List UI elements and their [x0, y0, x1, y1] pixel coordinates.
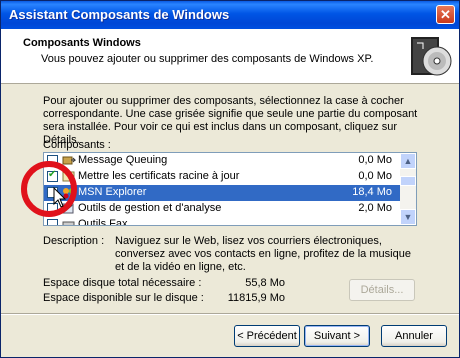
component-size: 0,0 Mo — [358, 154, 392, 166]
close-icon: ✕ — [440, 7, 451, 22]
wizard-window: Assistant Composants de Windows ✕ Compos… — [0, 0, 460, 358]
list-item[interactable]: Mettre les certificats racine à jour 0,0… — [44, 169, 400, 185]
disk-required-label: Espace disque total nécessaire : — [43, 277, 202, 289]
disk-available-value: 11815,9 Mo — [227, 292, 285, 304]
scroll-down-icon[interactable]: ▼ — [400, 209, 416, 225]
window-title: Assistant Composants de Windows — [9, 7, 230, 22]
component-name: Mettre les certificats racine à jour — [78, 170, 240, 182]
scroll-thumb[interactable] — [400, 176, 416, 186]
description-label: Description : — [43, 235, 105, 247]
description-text: Naviguez sur le Web, lisez vos courriers… — [115, 235, 411, 273]
component-name: Outils Fax — [78, 218, 128, 226]
title-bar[interactable]: Assistant Composants de Windows ✕ — [1, 1, 459, 29]
scroll-up-icon[interactable]: ▲ — [400, 153, 416, 169]
list-item[interactable]: Outils de gestion et d'analyse 2,0 Mo — [44, 201, 400, 217]
fax-icon — [62, 221, 75, 225]
disk-available-label: Espace disponible sur le disque : — [43, 292, 204, 304]
components-label: Composants : — [43, 139, 111, 151]
list-item-selected[interactable]: MSN Explorer 18,4 Mo — [44, 185, 400, 201]
back-button[interactable]: < Précédent — [234, 325, 300, 347]
component-name: MSN Explorer — [78, 186, 147, 198]
component-name: Message Queuing — [78, 154, 168, 166]
cd-box-icon — [411, 37, 452, 76]
components-list[interactable]: Message Queuing 0,0 Mo Mettre les certif… — [43, 152, 417, 226]
footer-separator — [1, 313, 459, 315]
details-button[interactable]: Détails... — [349, 279, 415, 301]
list-scrollbar[interactable]: ▲ ▼ — [400, 153, 416, 225]
wizard-header: Composants Windows Vous pouvez ajouter o… — [1, 29, 459, 84]
close-button[interactable]: ✕ — [436, 5, 455, 24]
component-checkbox[interactable] — [47, 219, 58, 225]
highlight-circle — [21, 161, 77, 217]
list-item[interactable]: Message Queuing 0,0 Mo — [44, 153, 400, 169]
list-item[interactable]: Outils Fax — [44, 217, 400, 226]
cancel-button[interactable]: Annuler — [381, 325, 447, 347]
component-name: Outils de gestion et d'analyse — [78, 202, 222, 214]
disk-required-value: 55,8 Mo — [245, 277, 285, 289]
component-size: 2,0 Mo — [358, 202, 392, 214]
component-size: 0,0 Mo — [358, 170, 392, 182]
next-button[interactable]: Suivant > — [304, 325, 370, 347]
header-title: Composants Windows — [23, 37, 141, 49]
mouse-pointer-icon — [53, 187, 67, 208]
component-size: 18,4 Mo — [352, 186, 392, 198]
header-subtitle: Vous pouvez ajouter ou supprimer des com… — [41, 53, 374, 65]
